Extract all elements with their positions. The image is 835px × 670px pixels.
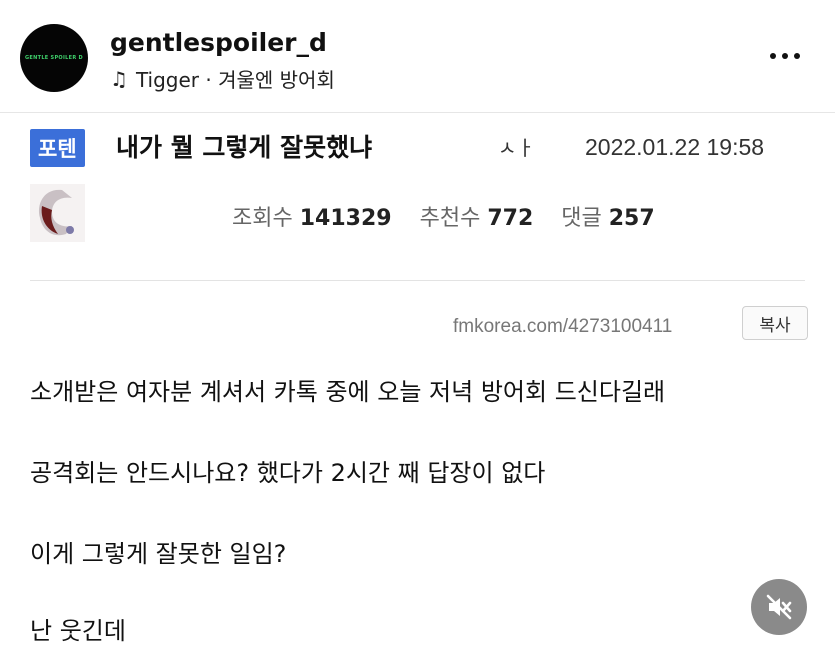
views-stat: 조회수 141329 [232,206,392,231]
body-line-3: 이게 그렇게 잘못한 일임? [30,540,287,568]
post-title: 내가 뭘 그렇게 잘못했냐 [116,133,373,162]
post-title-row: 포텐 내가 뭘 그렇게 잘못했냐 ㅅㅏ 2022.01.22 19:58 [30,128,810,174]
comments-stat: 댓글 257 [561,206,655,231]
source-url[interactable]: fmkorea.com/4273100411 [453,316,672,338]
more-dots-icon[interactable] [770,50,810,62]
post-stats: 조회수 141329 추천수 772 댓글 257 [232,200,655,232]
copy-button[interactable]: 복사 [742,306,808,340]
music-note-icon: ♫ [110,66,128,91]
username[interactable]: gentlespoiler_d [110,28,327,57]
post-date: 2022.01.22 19:58 [585,134,765,160]
divider [30,280,805,281]
avatar-logo-text: GENTLE SPOILER D [25,55,83,61]
post-header: GENTLE SPOILER D gentlespoiler_d ♫ Tigge… [0,0,835,113]
body-line-2: 공격회는 안드시나요? 했다가 2시간 째 답장이 없다 [30,459,546,487]
author-thumbnail [30,184,85,242]
audio-label: Tigger · 겨울엔 방어회 [135,68,335,92]
title-icon: ㅅㅏ [498,136,535,160]
avatar[interactable]: GENTLE SPOILER D [20,24,88,92]
category-tag: 포텐 [30,129,85,167]
mute-button[interactable] [751,579,807,635]
likes-stat: 추천수 772 [419,206,534,231]
body-line-1: 소개받은 여자분 계셔서 카톡 중에 오늘 저녁 방어회 드신다길래 [30,378,666,406]
audio-attribution[interactable]: ♫ Tigger · 겨울엔 방어회 [110,64,335,93]
speaker-muted-icon [766,594,792,620]
body-line-4: 난 웃긴데 [30,617,126,645]
